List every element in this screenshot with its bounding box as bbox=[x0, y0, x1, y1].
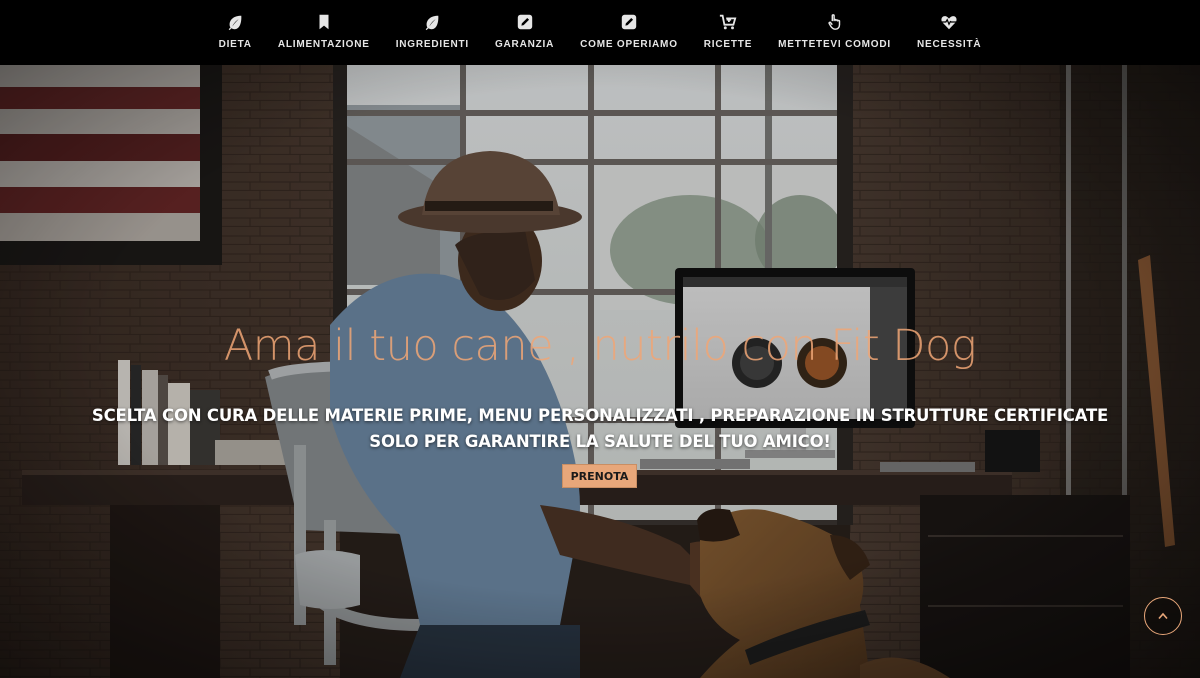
nav-label: RICETTE bbox=[703, 39, 753, 50]
hero-section: Ama il tuo cane , nutrilo con Fit Dog SC… bbox=[0, 65, 1200, 678]
heartbeat-icon bbox=[941, 16, 957, 30]
chevron-up-icon bbox=[1158, 612, 1168, 620]
hero-subtitle-line1: SCELTA CON CURA DELLE MATERIE PRIME, MEN… bbox=[91, 406, 1109, 425]
hero-overlay bbox=[0, 65, 1200, 678]
hero-headline: Ama il tuo cane , nutrilo con Fit Dog bbox=[223, 321, 977, 371]
main-nav: DIETA ALIMENTAZIONE INGREDIENTI GARANZIA… bbox=[0, 0, 1200, 65]
cart-icon bbox=[719, 14, 737, 30]
nav-label: NECESSITÀ bbox=[916, 39, 982, 50]
hero-subtitle-line2: SOLO PER GARANTIRE LA SALUTE DEL TUO AMI… bbox=[369, 432, 831, 451]
nav-label: INGREDIENTI bbox=[395, 39, 469, 50]
nav-item-ingredienti[interactable]: INGREDIENTI bbox=[396, 0, 469, 50]
hand-pointer-icon bbox=[827, 14, 840, 30]
leaf-icon bbox=[228, 15, 242, 31]
nav-item-alimentazione[interactable]: ALIMENTAZIONE bbox=[278, 0, 370, 50]
nav-item-dieta[interactable]: DIETA bbox=[219, 0, 252, 50]
nav-label: COME OPERIAMO bbox=[580, 39, 678, 50]
nav-label: METTETEVI COMODI bbox=[778, 39, 891, 50]
nav-label: DIETA bbox=[218, 39, 252, 50]
bookmark-icon bbox=[319, 14, 329, 30]
nav-item-mettetevi-comodi[interactable]: METTETEVI COMODI bbox=[778, 0, 891, 50]
nav-item-garanzia[interactable]: GARANZIA bbox=[495, 0, 554, 50]
nav-label: GARANZIA bbox=[494, 39, 555, 50]
scroll-to-top-button[interactable] bbox=[1144, 597, 1182, 635]
nav-label: ALIMENTAZIONE bbox=[277, 39, 370, 50]
edit-icon bbox=[621, 14, 637, 30]
nav-item-ricette[interactable]: RICETTE bbox=[704, 0, 752, 50]
edit-icon bbox=[517, 14, 532, 30]
nav-item-necessita[interactable]: NECESSITÀ bbox=[917, 0, 981, 50]
prenota-button[interactable]: PRENOTA bbox=[562, 464, 637, 488]
leaf-icon bbox=[426, 15, 439, 31]
nav-item-come-operiamo[interactable]: COME OPERIAMO bbox=[580, 0, 678, 50]
